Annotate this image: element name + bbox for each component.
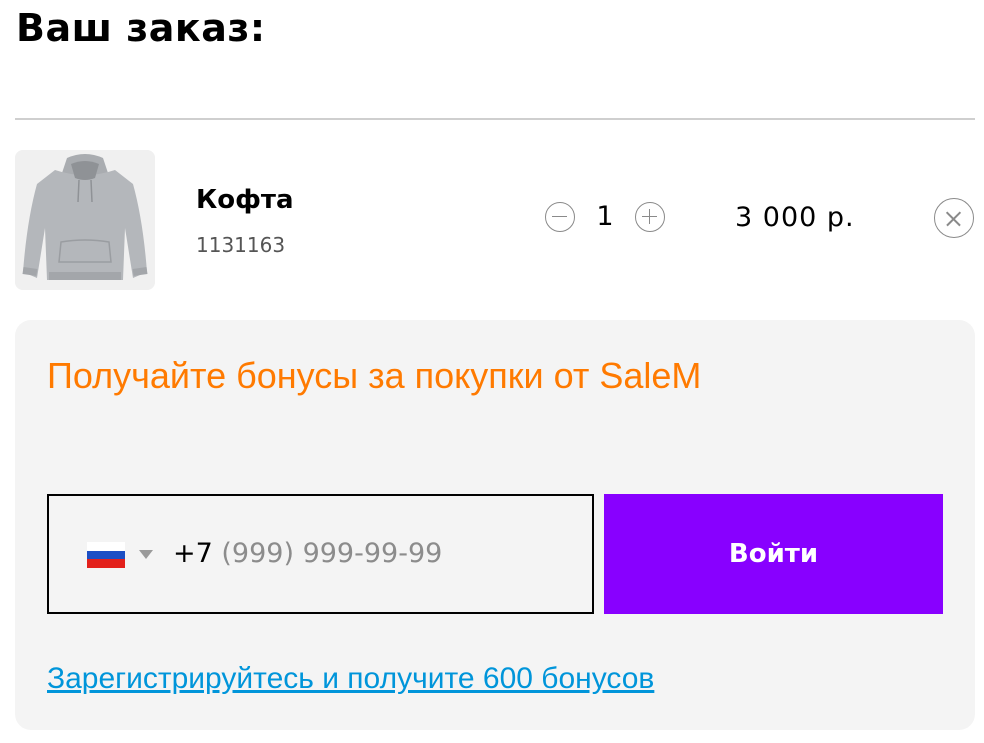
chevron-down-icon xyxy=(139,550,153,559)
page-title: Ваш заказ: xyxy=(16,6,266,50)
gray-hoodie-image xyxy=(15,150,155,290)
decrease-quantity-button[interactable] xyxy=(545,202,575,232)
bonus-panel: Получайте бонусы за покупки от SaleM +7 … xyxy=(15,320,975,730)
remove-item-button[interactable] xyxy=(934,198,974,238)
item-price: 3 000 р. xyxy=(735,202,855,233)
product-image[interactable] xyxy=(15,150,155,290)
cart-item: Кофта 1131163 1 3 000 р. xyxy=(15,150,975,290)
product-sku: 1131163 xyxy=(196,233,286,257)
russia-flag-icon xyxy=(87,542,125,569)
quantity-value: 1 xyxy=(596,201,614,232)
phone-placeholder: (999) 999-99-99 xyxy=(221,538,443,569)
phone-input[interactable]: +7 (999) 999-99-99 xyxy=(173,534,442,574)
divider xyxy=(15,118,975,120)
phone-field[interactable]: +7 (999) 999-99-99 xyxy=(47,494,594,614)
register-link[interactable]: Зарегистрируйтесь и получите 600 бонусов xyxy=(47,660,654,698)
phone-prefix: +7 xyxy=(173,538,222,569)
increase-quantity-button[interactable] xyxy=(635,202,665,232)
product-name[interactable]: Кофта xyxy=(196,184,294,216)
bonus-title: Получайте бонусы за покупки от SaleM xyxy=(47,355,702,396)
country-select[interactable] xyxy=(87,540,157,570)
login-button[interactable]: Войти xyxy=(604,494,943,614)
